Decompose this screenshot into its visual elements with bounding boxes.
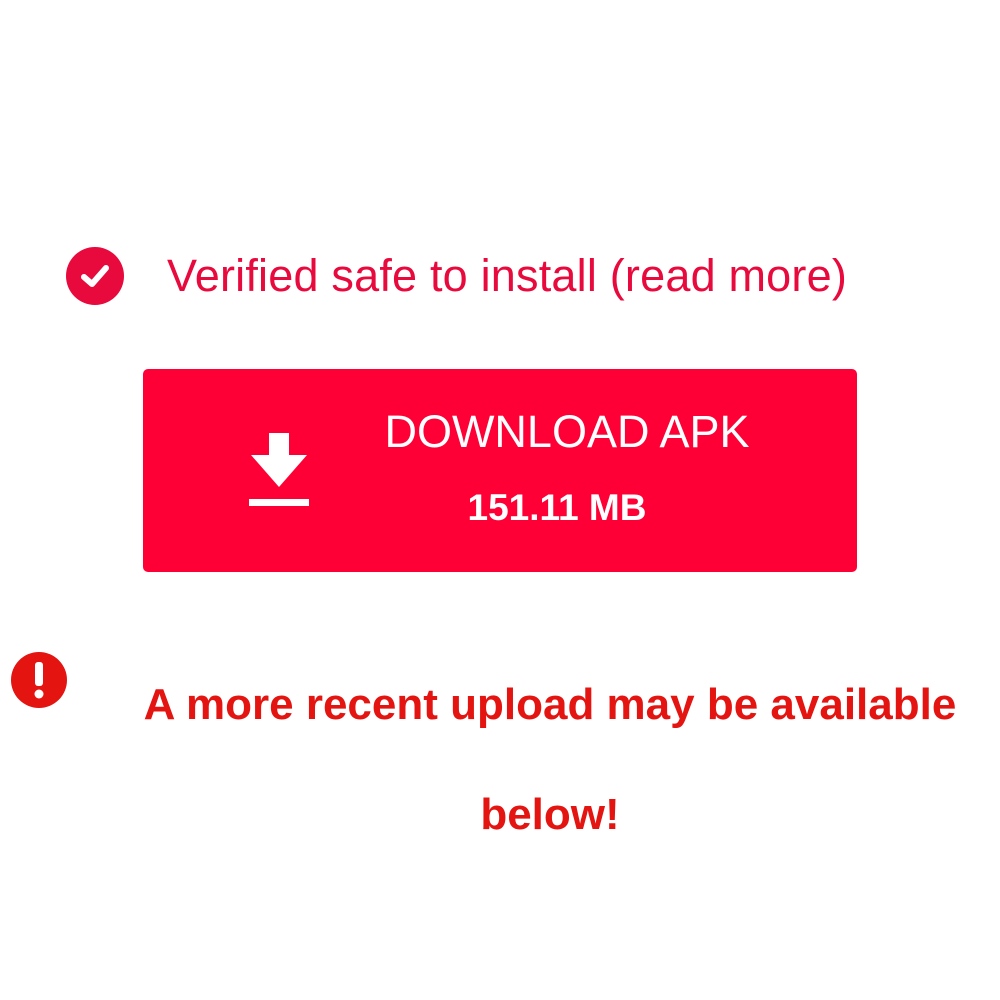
check-circle-icon bbox=[66, 247, 124, 305]
exclamation-circle-icon bbox=[11, 652, 67, 708]
download-file-size: 151.11 MB bbox=[467, 487, 647, 528]
page: Verified safe to install (read more) DOW… bbox=[0, 0, 1000, 1000]
download-button-title: DOWNLOAD APK bbox=[384, 406, 750, 457]
recent-upload-notice: A more recent upload may be available be… bbox=[143, 680, 957, 839]
verified-safe-text: Verified safe to install (read more) bbox=[167, 250, 848, 301]
verified-safe-link[interactable]: Verified safe to install (read more) bbox=[66, 244, 946, 308]
